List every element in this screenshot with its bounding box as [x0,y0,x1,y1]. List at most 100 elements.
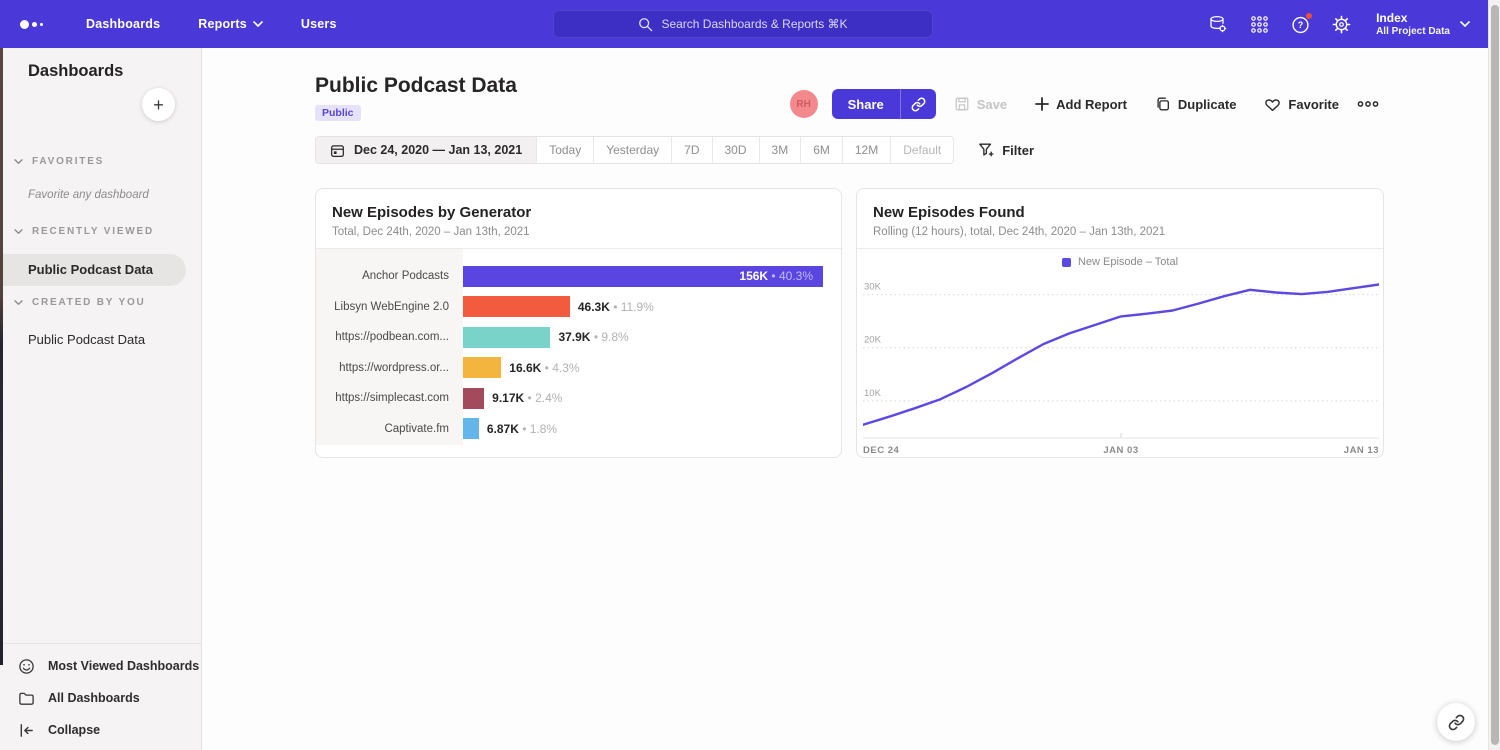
section-favorites[interactable]: FAVORITES [14,156,104,167]
preset-6m[interactable]: 6M [800,137,842,163]
card-title: New Episodes Found [873,204,1367,221]
page-scrollbar [1488,0,1500,750]
date-controls: Dec 24, 2020 — Jan 13, 2021 Today Yester… [315,136,1034,164]
settings-gear-icon[interactable] [1331,14,1351,34]
favorite-button[interactable]: Favorite [1264,96,1339,112]
bar-category-label: https://podbean.com... [316,331,463,343]
share-link-button[interactable] [900,89,936,119]
legend-label: New Episode – Total [1078,256,1178,268]
duplicate-button[interactable]: Duplicate [1155,96,1237,112]
y-tick-label: 10K [864,388,882,399]
preset-30d[interactable]: 30D [712,137,759,163]
bar-value: 9.17K [492,391,524,405]
bar-row: Captivate.fm 6.87K1.8% 6.87K1.8% [316,414,841,445]
bar-track: 9.17K2.4% 9.17K2.4% [463,388,823,409]
top-navbar: Dashboards Reports Users Search Dashboar… [0,0,1500,48]
project-switcher[interactable]: Index All Project Data [1376,11,1470,38]
bar-percent: 1.8% [519,422,557,436]
preset-today[interactable]: Today [536,137,593,163]
preset-yesterday[interactable]: Yesterday [593,137,671,163]
collapse-icon [18,722,35,739]
add-report-label: Add Report [1056,97,1127,112]
nav-dashboards[interactable]: Dashboards [86,17,160,31]
filter-button[interactable]: Filter [978,142,1034,158]
bar-row: https://wordpress.or... 16.6K4.3% 16.6K4… [316,353,841,384]
footer-label: Most Viewed Dashboards [48,659,199,673]
more-options-button[interactable] [1357,100,1379,108]
search-icon [638,17,653,32]
data-sources-icon[interactable] [1208,14,1228,34]
smiley-icon [18,658,35,675]
new-dashboard-button[interactable]: + [142,88,175,121]
ellipsis-icon [1357,100,1379,108]
bar-category-label: Captivate.fm [316,423,463,435]
bar-row: Libsyn WebEngine 2.0 46.3K11.9% 46.3K11.… [316,292,841,323]
bar-value: 156K [739,269,768,283]
date-range-group: Dec 24, 2020 — Jan 13, 2021 Today Yester… [315,136,954,164]
share-button[interactable]: Share [832,89,900,119]
apps-grid-icon[interactable] [1249,14,1269,34]
bar-value: 46.3K [578,300,610,314]
preset-12m[interactable]: 12M [842,137,890,163]
bar-category-label: https://wordpress.or... [316,362,463,374]
logo-dot [40,23,43,26]
card-new-episodes-by-generator: New Episodes by Generator Total, Dec 24t… [315,188,842,458]
most-viewed-dashboards-item[interactable]: Most Viewed Dashboards [0,650,201,682]
calendar-icon [330,143,345,158]
scrollbar-thumb[interactable] [1491,5,1499,745]
app-root: Dashboards Reports Users Search Dashboar… [0,0,1500,750]
help-icon[interactable]: ? [1290,14,1310,34]
date-range-picker[interactable]: Dec 24, 2020 — Jan 13, 2021 [316,137,536,163]
card-header: New Episodes Found Rolling (12 hours), t… [857,189,1383,249]
bar-percent: 40.3% [768,269,813,283]
all-dashboards-item[interactable]: All Dashboards [0,682,201,714]
project-scope: All Project Data [1376,25,1450,38]
background-window-sliver [0,48,3,665]
sidebar-item-created-0[interactable]: Public Podcast Data [0,324,186,356]
owner-avatar: RH [790,90,818,118]
preset-3m[interactable]: 3M [759,137,801,163]
bar-value: 37.9K [558,330,590,344]
line-chart-svg: 30K20K10KDEC 24JAN 03JAN 13 [863,276,1379,458]
nav-users[interactable]: Users [301,17,337,31]
brand-logo-dots[interactable] [20,20,60,29]
bar-row: https://podbean.com... 37.9K9.8% 37.9K9.… [316,322,841,353]
chevron-down-icon [14,300,23,306]
section-created-by-you[interactable]: CREATED BY YOU [14,297,146,308]
bar-value: 16.6K [509,361,541,375]
bar-percent: 9.8% [590,330,628,344]
copy-link-fab[interactable] [1437,703,1475,741]
bar-track: 156K40.3% 156K40.3% [463,266,823,287]
project-name: Index [1376,11,1450,25]
footer-label: All Dashboards [48,691,140,705]
search-input[interactable]: Search Dashboards & Reports ⌘K [553,10,933,38]
section-label: CREATED BY YOU [32,297,146,308]
save-button[interactable]: Save [954,96,1007,112]
card-new-episodes-found: New Episodes Found Rolling (12 hours), t… [856,188,1384,458]
preset-default[interactable]: Default [890,137,953,163]
chevron-down-icon [253,21,263,28]
duplicate-icon [1155,96,1171,112]
bar-category-label: https://simplecast.com [316,392,463,404]
share-split-button: Share [832,89,936,119]
primary-nav: Dashboards Reports Users [86,17,337,31]
section-recently-viewed[interactable]: RECENTLY VIEWED [14,226,154,237]
bar-row: Anchor Podcasts 156K40.3% 156K40.3% [316,261,841,292]
logo-dot [20,20,29,29]
sidebar-title: Dashboards [28,62,123,81]
visibility-badge: Public [315,105,361,121]
svg-text:?: ? [1297,20,1303,30]
link-icon [1448,714,1465,731]
bar-track: 46.3K11.9% 46.3K11.9% [463,296,823,317]
preset-7d[interactable]: 7D [671,137,711,163]
sidebar-item-recently-viewed-0[interactable]: Public Podcast Data [0,254,186,286]
nav-reports[interactable]: Reports [198,17,263,31]
collapse-sidebar-item[interactable]: Collapse [0,714,201,746]
card-subtitle: Total, Dec 24th, 2020 – Jan 13th, 2021 [332,226,825,238]
plus-icon [1035,97,1049,111]
report-cards: New Episodes by Generator Total, Dec 24t… [315,188,1384,458]
bar-value: 6.87K [487,422,519,436]
bar: 16.6K4.3% [463,357,501,378]
footer-label: Collapse [48,723,100,737]
add-report-button[interactable]: Add Report [1035,97,1127,112]
